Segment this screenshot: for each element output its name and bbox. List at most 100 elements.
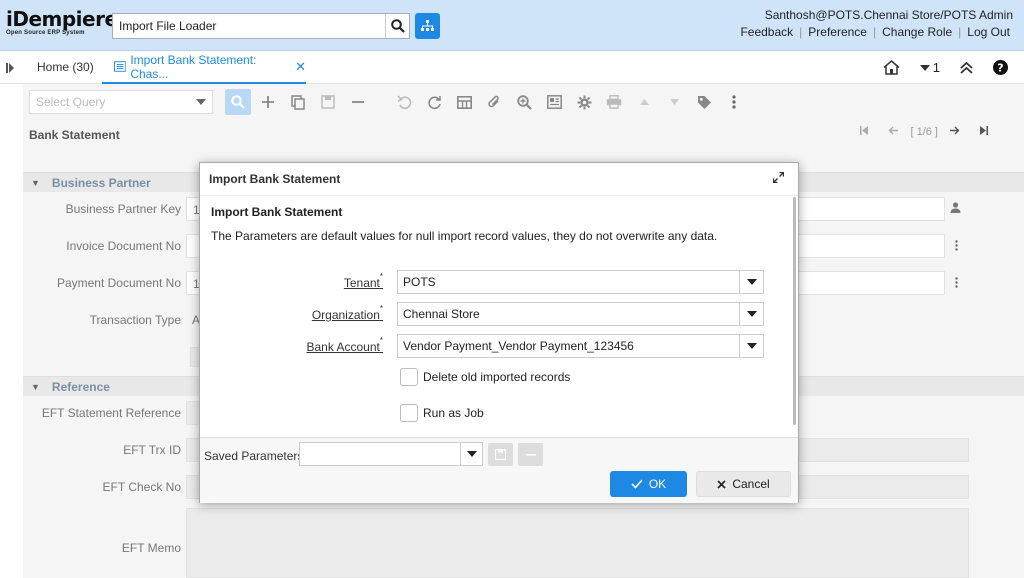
save-button[interactable]: [315, 89, 341, 115]
delete-old-records-checkbox[interactable]: [400, 368, 418, 386]
find-button[interactable]: [225, 89, 251, 115]
checkbox-label: Delete old imported records: [423, 370, 571, 384]
window-icon: [114, 61, 127, 72]
gear-icon: [577, 95, 591, 109]
dropdown-button[interactable]: [739, 271, 763, 293]
last-record-button[interactable]: [980, 126, 988, 138]
run-as-job-option[interactable]: Run as Job: [400, 404, 484, 422]
checkmark-icon: [631, 479, 643, 489]
process-description: The Parameters are default values for nu…: [211, 229, 718, 243]
previous-record-button[interactable]: [888, 126, 899, 138]
close-tab-icon[interactable]: ✕: [295, 59, 306, 75]
field-menu-button[interactable]: [955, 240, 958, 254]
close-icon: [717, 479, 726, 489]
search-icon: [231, 95, 245, 109]
minus-icon: [525, 453, 536, 456]
collapse-triangle-icon: ▼: [31, 381, 40, 392]
tab-home[interactable]: Home (30): [37, 60, 94, 74]
param-label-bank-account: Bank Account*: [306, 336, 383, 354]
minus-icon: [352, 101, 364, 103]
tab-import-bank-statement[interactable]: Import Bank Statement: Chas... ✕: [102, 51, 306, 84]
caret-down-icon: [746, 343, 757, 349]
collapse-button[interactable]: [960, 61, 973, 74]
window-title: Bank Statement: [29, 128, 120, 142]
report-icon: [546, 95, 562, 109]
record-navigation: [ 1/6 ]: [850, 126, 998, 138]
tenant-select[interactable]: POTS: [397, 270, 764, 294]
eft-memo-field[interactable]: [186, 508, 969, 578]
field-menu-button[interactable]: [955, 277, 958, 291]
help-button[interactable]: ?: [993, 60, 1008, 75]
save-parameters-button[interactable]: [488, 443, 513, 466]
saved-parameters-select[interactable]: [299, 442, 483, 466]
saved-parameters-label: Saved Parameters: [204, 449, 304, 463]
query-select[interactable]: Select Query: [29, 90, 213, 114]
dialog-titlebar: Import Bank Statement: [200, 163, 798, 196]
refresh-icon: [427, 95, 441, 109]
field-label: EFT Memo: [121, 541, 181, 555]
user-context[interactable]: Santhosh@POTS.Chennai Store/POTS Admin: [765, 8, 1013, 22]
report-button[interactable]: [541, 89, 567, 115]
ok-label: OK: [648, 477, 667, 491]
sidebar-toggle[interactable]: [6, 62, 14, 76]
select-value: Vendor Payment_Vendor Payment_123456: [403, 339, 634, 353]
run-as-job-checkbox[interactable]: [400, 404, 418, 422]
record-position: [ 1/6 ]: [910, 126, 938, 138]
param-label-organization: Organization*: [311, 304, 383, 322]
detail-record-button[interactable]: [661, 89, 687, 115]
cancel-button[interactable]: Cancel: [696, 471, 791, 497]
paperclip-icon: [488, 95, 499, 107]
logout-link[interactable]: Log Out: [961, 25, 1016, 39]
bank-account-select[interactable]: Vendor Payment_Vendor Payment_123456: [397, 334, 764, 358]
menu-tree-button[interactable]: [415, 13, 440, 39]
grid-toggle-button[interactable]: [451, 89, 477, 115]
save-icon: [321, 95, 335, 109]
preference-link[interactable]: Preference: [802, 25, 873, 39]
new-record-button[interactable]: [255, 89, 281, 115]
home-icon: [883, 60, 900, 75]
window-list-button[interactable]: 1: [919, 60, 940, 75]
copy-record-button[interactable]: [285, 89, 311, 115]
change-role-link[interactable]: Change Role: [876, 25, 958, 39]
print-button[interactable]: [601, 89, 627, 115]
app-logo[interactable]: iDempiere Open Source ERP System: [6, 9, 118, 36]
tag-icon: [697, 95, 711, 109]
search-button[interactable]: [385, 14, 409, 38]
query-placeholder: Select Query: [36, 95, 106, 109]
process-button[interactable]: [571, 89, 597, 115]
global-search: [112, 13, 410, 39]
last-icon: [980, 126, 988, 135]
undo-button[interactable]: [391, 89, 417, 115]
delete-parameters-button[interactable]: [518, 443, 543, 466]
checkbox-label: Run as Job: [423, 406, 484, 420]
caret-down-icon: [669, 99, 679, 105]
person-icon: [950, 202, 961, 213]
caret-down-icon: [746, 311, 757, 317]
dropdown-button[interactable]: [739, 303, 763, 325]
bpartner-lookup-button[interactable]: [950, 202, 961, 216]
maximize-button[interactable]: [772, 171, 785, 186]
field-label: Transaction Type: [89, 313, 181, 327]
organization-select[interactable]: Chennai Store: [397, 302, 764, 326]
dialog-scrollbar[interactable]: [793, 197, 796, 425]
ok-button[interactable]: OK: [610, 471, 687, 497]
zoom-in-icon: [516, 94, 532, 110]
first-record-button[interactable]: [860, 126, 869, 138]
dropdown-button[interactable]: [460, 443, 482, 465]
dropdown-button[interactable]: [739, 335, 763, 357]
import-bank-statement-dialog: Import Bank Statement Import Bank Statem…: [199, 162, 799, 503]
refresh-button[interactable]: [421, 89, 447, 115]
tag-button[interactable]: [691, 89, 717, 115]
delete-button[interactable]: [345, 89, 371, 115]
search-input[interactable]: [113, 14, 385, 38]
feedback-link[interactable]: Feedback: [734, 25, 799, 39]
more-actions-button[interactable]: [721, 89, 747, 115]
param-label-tenant: Tenant*: [343, 272, 383, 290]
home-button[interactable]: [883, 60, 900, 75]
zoom-across-button[interactable]: [511, 89, 537, 115]
next-record-button[interactable]: [950, 126, 960, 138]
tabbar-actions: 1 ?: [873, 51, 1024, 84]
parent-record-button[interactable]: [631, 89, 657, 115]
attachment-button[interactable]: [481, 89, 507, 115]
delete-old-records-option[interactable]: Delete old imported records: [400, 368, 570, 386]
